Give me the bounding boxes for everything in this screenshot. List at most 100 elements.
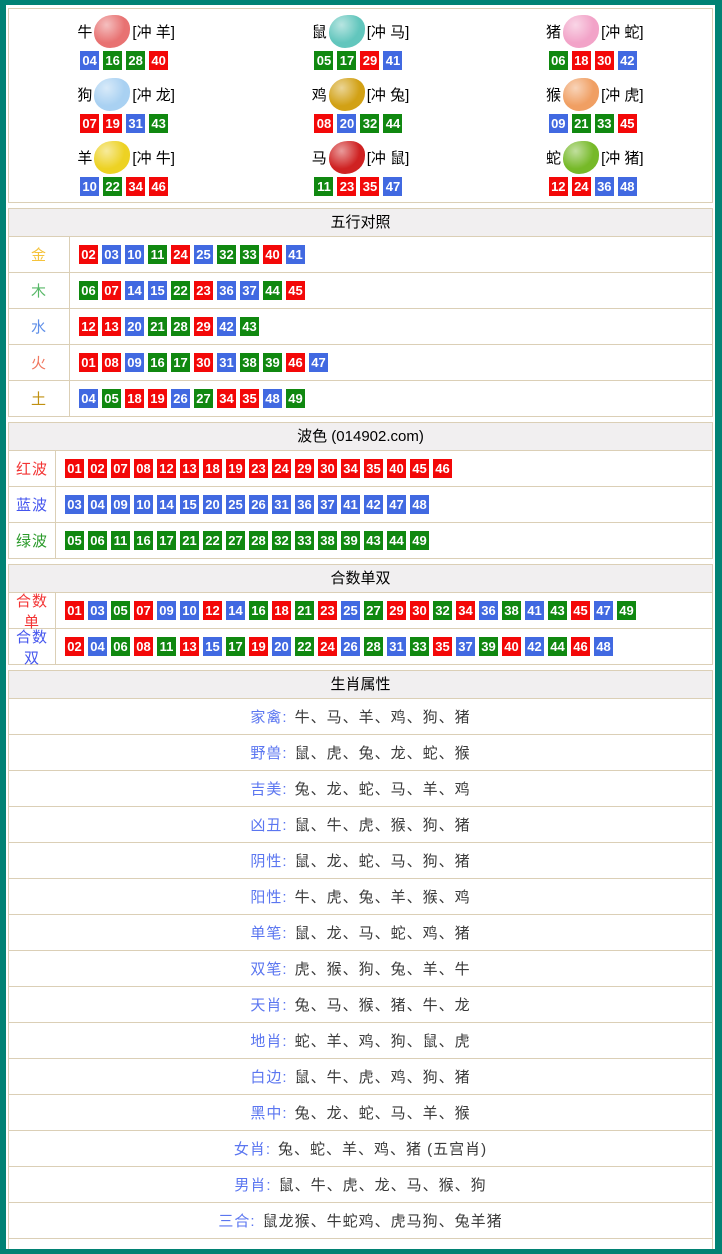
number-chip: 28 bbox=[126, 51, 145, 70]
number-chip: 20 bbox=[337, 114, 356, 133]
table-row: 女肖:兔、蛇、羊、鸡、猪 (五宫肖) bbox=[9, 1131, 712, 1167]
number-chip: 29 bbox=[194, 317, 213, 336]
number-chip: 40 bbox=[387, 459, 406, 478]
number-chip: 46 bbox=[571, 637, 590, 656]
number-chip: 25 bbox=[341, 601, 360, 620]
row-label: 火 bbox=[9, 345, 69, 380]
number-chip: 27 bbox=[364, 601, 383, 620]
number-chip: 32 bbox=[272, 531, 291, 550]
number-chip: 28 bbox=[364, 637, 383, 656]
table-row: 合数双0204060811131517192022242628313335373… bbox=[9, 629, 712, 664]
number-chip: 34 bbox=[217, 389, 236, 408]
number-chip: 49 bbox=[617, 601, 636, 620]
zodiac-numbers: 09213345 bbox=[549, 114, 641, 133]
table-row: 六合:鼠牛、龙鸡、虎猪、蛇猴、兔狗、马羊 bbox=[9, 1239, 712, 1254]
number-chip: 19 bbox=[103, 114, 122, 133]
number-chip: 08 bbox=[314, 114, 333, 133]
attr-value: 鼠、龙、蛇、马、狗、猪 bbox=[295, 850, 471, 871]
number-chip: 45 bbox=[410, 459, 429, 478]
number-chip: 38 bbox=[240, 353, 259, 372]
number-chip: 07 bbox=[111, 459, 130, 478]
row-numbers: 02031011242532334041 bbox=[69, 237, 712, 272]
number-chip: 11 bbox=[314, 177, 333, 196]
heshu-title: 合数单双 bbox=[9, 565, 712, 593]
row-numbers: 06071415222336374445 bbox=[69, 273, 712, 308]
zodiac-animal-label: 蛇 bbox=[546, 147, 561, 168]
number-chip: 43 bbox=[364, 531, 383, 550]
heshu-rows: 合数单0103050709101214161821232527293032343… bbox=[9, 593, 712, 664]
number-chip: 08 bbox=[134, 459, 153, 478]
row-label: 蓝波 bbox=[9, 487, 55, 522]
zodiac-clash-label: [冲 虎] bbox=[601, 84, 644, 105]
table-row: 白边:鼠、牛、虎、鸡、狗、猪 bbox=[9, 1059, 712, 1095]
number-chip: 10 bbox=[80, 177, 99, 196]
number-chip: 18 bbox=[572, 51, 591, 70]
number-chip: 04 bbox=[79, 389, 98, 408]
number-chip: 20 bbox=[203, 495, 222, 514]
number-chip: 24 bbox=[318, 637, 337, 656]
attr-value: 鼠龙猴、牛蛇鸡、虎马狗、兔羊猪 bbox=[263, 1210, 503, 1231]
table-row: 家禽:牛、马、羊、鸡、狗、猪 bbox=[9, 699, 712, 735]
number-chip: 47 bbox=[594, 601, 613, 620]
attr-value: 鼠牛、龙鸡、虎猪、蛇猴、兔狗、马羊 bbox=[247, 1246, 519, 1254]
number-chip: 46 bbox=[149, 177, 168, 196]
number-chip: 02 bbox=[79, 245, 98, 264]
number-chip: 44 bbox=[387, 531, 406, 550]
number-chip: 23 bbox=[337, 177, 356, 196]
attr-label: 地肖: bbox=[250, 1030, 287, 1051]
attr-label: 凶丑: bbox=[250, 814, 287, 835]
number-chip: 10 bbox=[180, 601, 199, 620]
wuxing-table: 五行对照 金02031011242532334041木0607141522233… bbox=[8, 208, 713, 417]
number-chip: 35 bbox=[360, 177, 379, 196]
number-chip: 17 bbox=[157, 531, 176, 550]
number-chip: 29 bbox=[387, 601, 406, 620]
number-chip: 12 bbox=[79, 317, 98, 336]
number-chip: 40 bbox=[263, 245, 282, 264]
number-chip: 09 bbox=[157, 601, 176, 620]
table-row: 男肖:鼠、牛、虎、龙、马、猴、狗 bbox=[9, 1167, 712, 1203]
table-row: 单笔:鼠、龙、马、蛇、鸡、猪 bbox=[9, 915, 712, 951]
zodiac-name: 猪[冲 蛇] bbox=[546, 15, 644, 48]
number-chip: 28 bbox=[249, 531, 268, 550]
number-chip: 14 bbox=[226, 601, 245, 620]
number-chip: 31 bbox=[126, 114, 145, 133]
number-chip: 01 bbox=[65, 601, 84, 620]
number-chip: 05 bbox=[111, 601, 130, 620]
zodiac-numbers: 04162840 bbox=[80, 51, 172, 70]
row-numbers: 03040910141520252631363741424748 bbox=[55, 487, 712, 522]
zodiac-cell: 鸡[冲 兔]08203244 bbox=[243, 74, 477, 137]
attr-value: 蛇、羊、鸡、狗、鼠、虎 bbox=[295, 1030, 471, 1051]
rooster-icon bbox=[329, 78, 365, 111]
zodiac-name: 马[冲 鼠] bbox=[312, 141, 410, 174]
number-chip: 36 bbox=[217, 281, 236, 300]
number-chip: 07 bbox=[134, 601, 153, 620]
number-chip: 43 bbox=[240, 317, 259, 336]
zodiac-animal-label: 鼠 bbox=[312, 21, 327, 42]
number-chip: 47 bbox=[309, 353, 328, 372]
number-chip: 27 bbox=[226, 531, 245, 550]
number-chip: 44 bbox=[263, 281, 282, 300]
zodiac-animal-label: 鸡 bbox=[312, 84, 327, 105]
attr-label: 女肖: bbox=[234, 1138, 271, 1159]
number-chip: 20 bbox=[272, 637, 291, 656]
number-chip: 47 bbox=[387, 495, 406, 514]
number-chip: 10 bbox=[125, 245, 144, 264]
number-chip: 27 bbox=[194, 389, 213, 408]
number-chip: 16 bbox=[134, 531, 153, 550]
number-chip: 19 bbox=[249, 637, 268, 656]
shengxiao-table: 生肖属性 家禽:牛、马、羊、鸡、狗、猪野兽:鼠、虎、兔、龙、蛇、猴吉美:兔、龙、… bbox=[8, 670, 713, 1254]
row-label: 红波 bbox=[9, 451, 55, 486]
bose-rows: 红波0102070812131819232429303435404546蓝波03… bbox=[9, 451, 712, 558]
number-chip: 13 bbox=[180, 459, 199, 478]
number-chip: 38 bbox=[502, 601, 521, 620]
number-chip: 45 bbox=[286, 281, 305, 300]
number-chip: 46 bbox=[286, 353, 305, 372]
number-chip: 37 bbox=[456, 637, 475, 656]
number-chip: 42 bbox=[618, 51, 637, 70]
number-chip: 11 bbox=[157, 637, 176, 656]
bose-table: 波色 (014902.com) 红波0102070812131819232429… bbox=[8, 422, 713, 559]
number-chip: 05 bbox=[314, 51, 333, 70]
table-row: 火0108091617303138394647 bbox=[9, 345, 712, 381]
zodiac-clash-label: [冲 马] bbox=[367, 21, 410, 42]
number-chip: 38 bbox=[318, 531, 337, 550]
